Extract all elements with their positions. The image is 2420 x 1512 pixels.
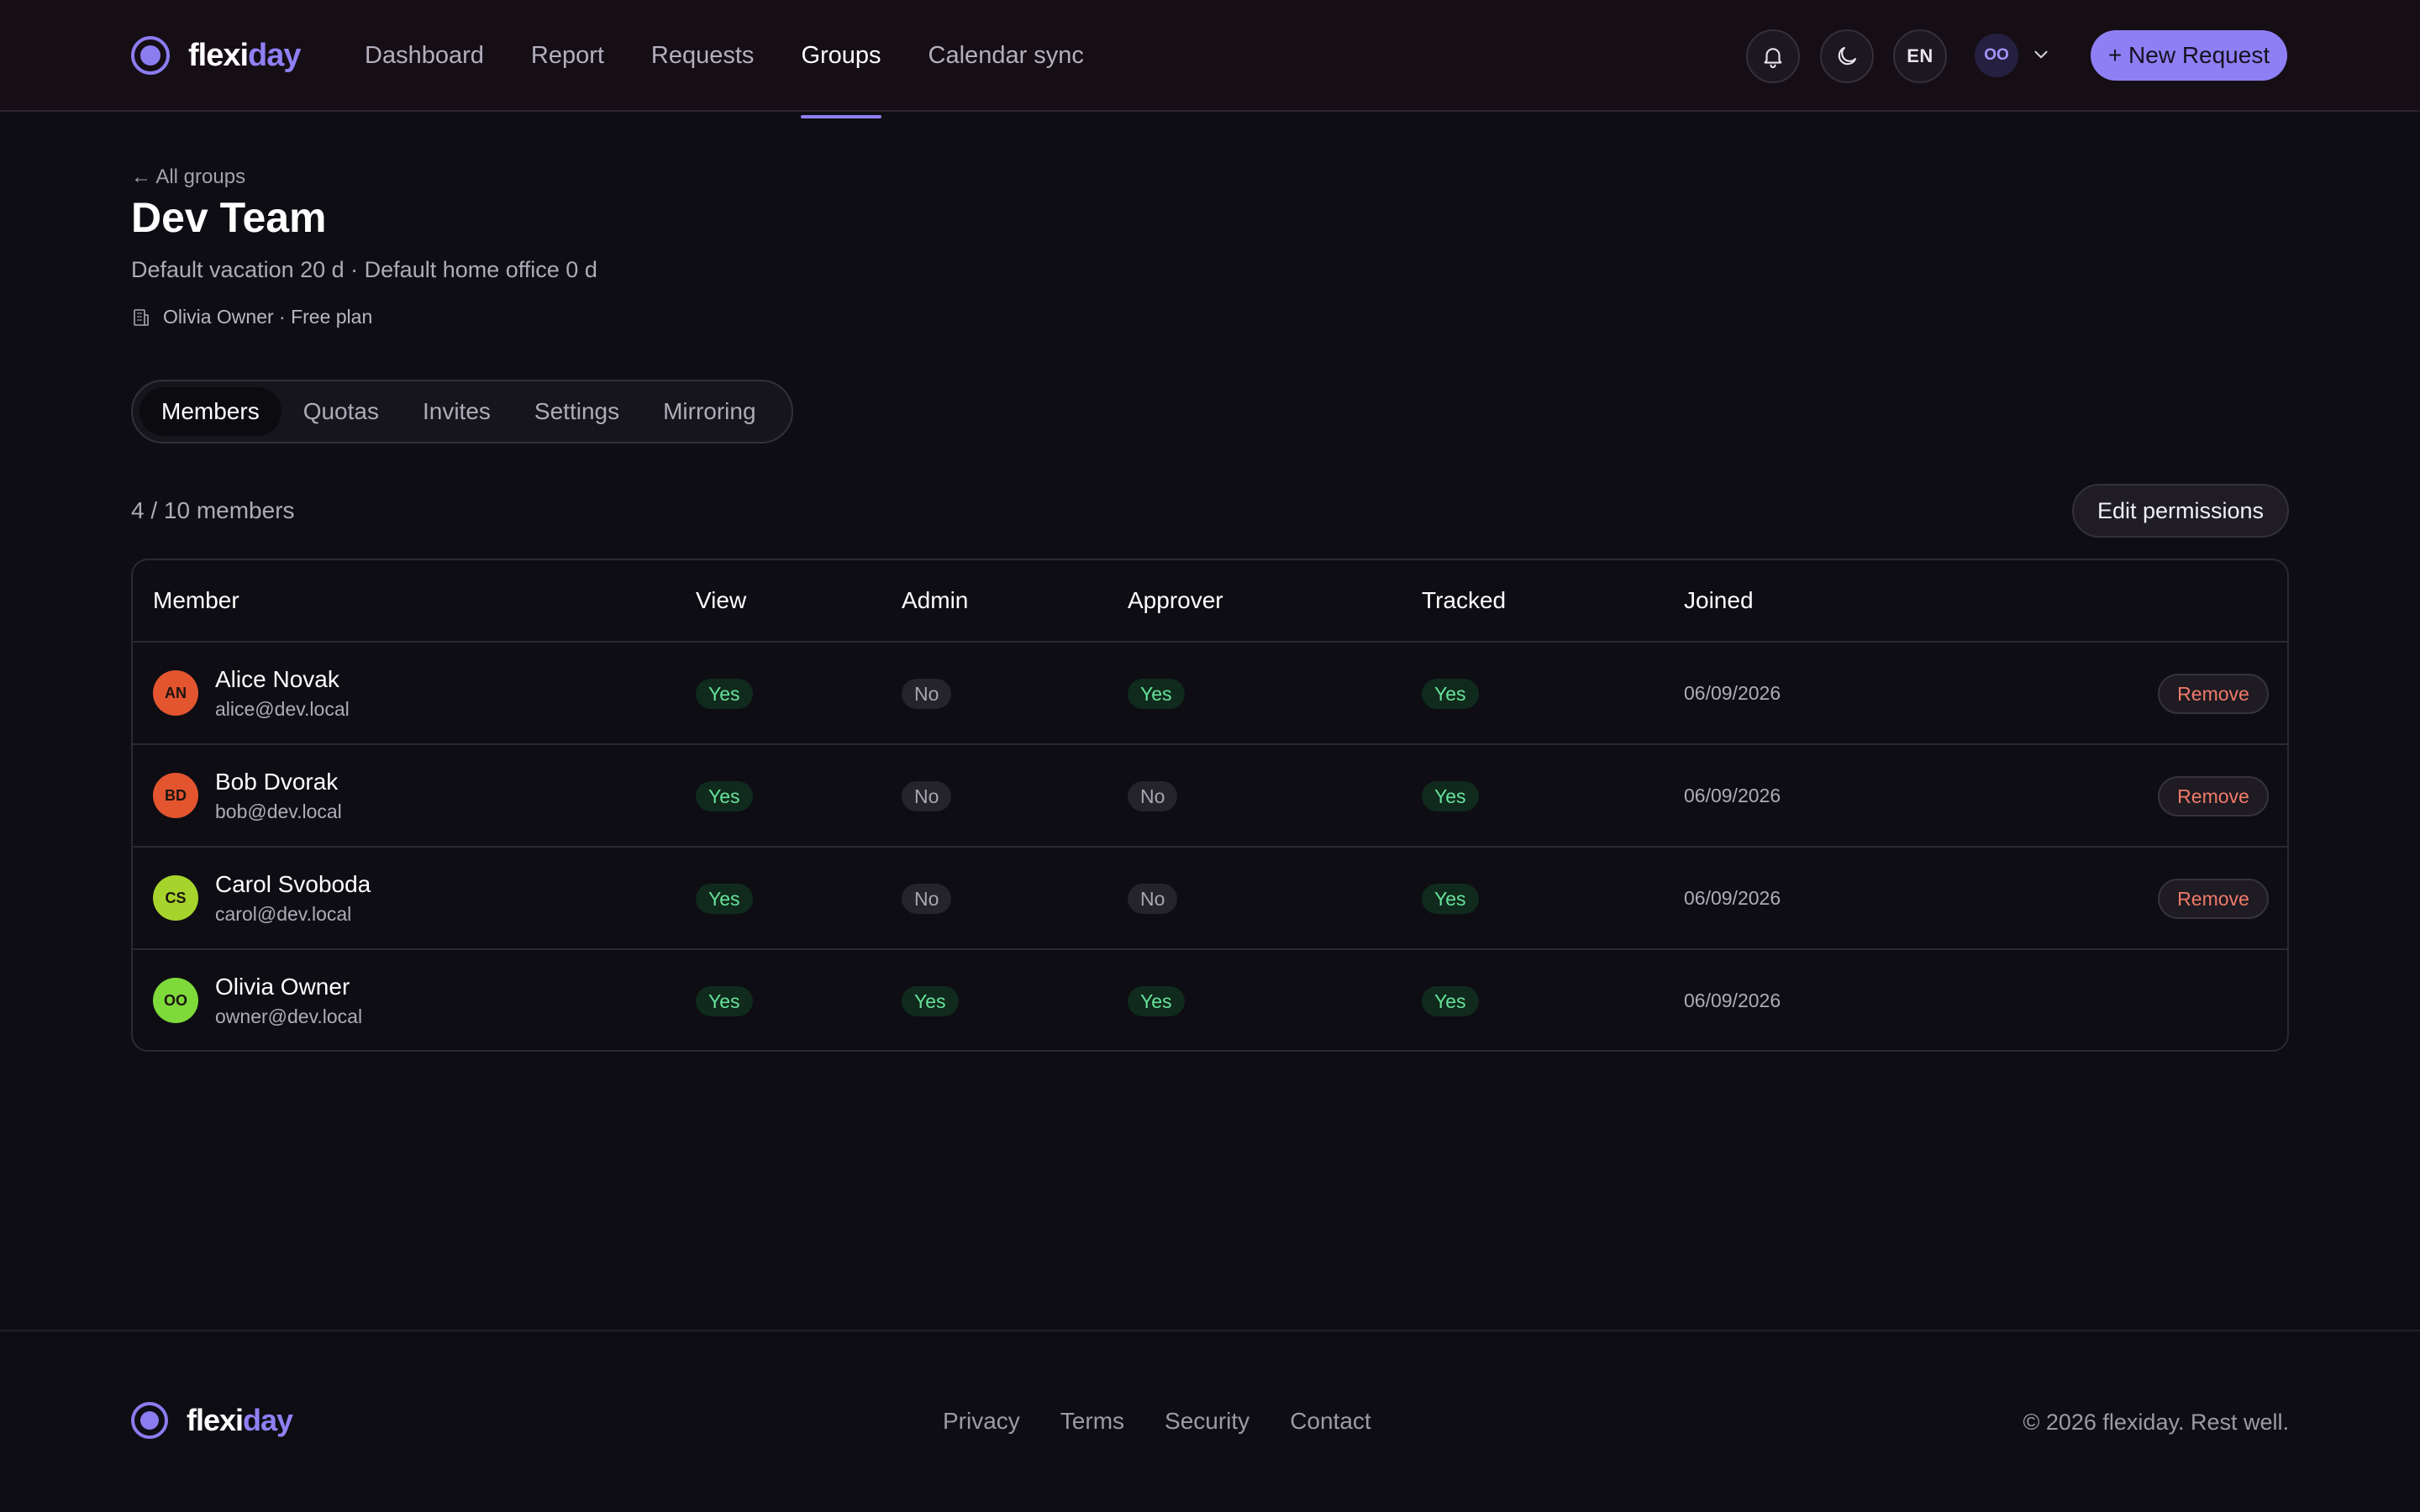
theme-toggle-button[interactable]	[1820, 29, 1874, 83]
nav-requests[interactable]: Requests	[651, 0, 755, 112]
remove-member-button[interactable]: Remove	[2158, 776, 2269, 816]
top-header: flexi day Dashboard Report Requests Group…	[0, 0, 2420, 118]
nav-report[interactable]: Report	[531, 0, 604, 112]
approver-status-badge: Yes	[1128, 986, 1185, 1016]
logo-mark-icon	[131, 36, 170, 75]
joined-date: 06/09/2026	[1684, 990, 1781, 1011]
admin-status-badge: No	[902, 679, 952, 709]
main-nav: Dashboard Report Requests Groups Calenda…	[365, 0, 1131, 118]
footer-logo[interactable]: flexi day	[131, 1402, 293, 1439]
joined-date: 06/09/2026	[1684, 785, 1781, 806]
tab-mirroring[interactable]: Mirroring	[641, 387, 777, 436]
language-button[interactable]: EN	[1893, 29, 1947, 83]
table-row: OO Olivia Owner owner@dev.local Yes Yes Yes Ye…	[133, 950, 2287, 1050]
back-to-groups-link[interactable]: ← All groups	[131, 165, 245, 189]
member-avatar: AN	[153, 670, 198, 716]
table-row: CS Carol Svoboda carol@dev.local Yes No No Yes…	[133, 848, 2287, 950]
joined-date: 06/09/2026	[1684, 887, 1781, 909]
footer-link-security[interactable]: Security	[1165, 1408, 1249, 1435]
member-avatar: BD	[153, 773, 198, 818]
building-icon	[134, 308, 149, 326]
nav-calendar-sync[interactable]: Calendar sync	[929, 0, 1084, 112]
group-defaults: Default vacation 20 d · Default home off…	[131, 257, 597, 282]
new-request-button[interactable]: + New Request	[2091, 30, 2287, 81]
member-avatar: OO	[153, 978, 198, 1023]
view-status-badge: Yes	[696, 679, 753, 709]
joined-date: 06/09/2026	[1684, 682, 1781, 704]
tracked-status-badge: Yes	[1422, 679, 1479, 709]
member-name: Olivia Owner	[215, 974, 350, 1000]
group-tabs: Members Quotas Invites Settings Mirrorin…	[131, 380, 793, 444]
bell-icon	[1764, 48, 1782, 69]
approver-status-badge: No	[1128, 781, 1178, 811]
owner-plan-text: Olivia Owner · Free plan	[163, 306, 373, 328]
tracked-status-badge: Yes	[1422, 986, 1479, 1016]
member-name: Carol Svoboda	[215, 871, 371, 897]
members-table: Member View Admin Approver Tracked Joine…	[131, 559, 2289, 1052]
nav-groups[interactable]: Groups	[801, 0, 881, 118]
column-header-view: View	[696, 587, 747, 613]
view-status-badge: Yes	[696, 781, 753, 811]
tab-invites[interactable]: Invites	[401, 387, 513, 436]
admin-status-badge: Yes	[902, 986, 959, 1016]
view-status-badge: Yes	[696, 986, 753, 1016]
column-header-approver: Approver	[1128, 587, 1223, 613]
admin-status-badge: No	[902, 884, 952, 914]
footer-link-terms[interactable]: Terms	[1060, 1408, 1124, 1435]
member-email: alice@dev.local	[215, 698, 350, 720]
table-header: Member View Admin Approver Tracked Joine…	[133, 560, 2287, 643]
view-status-badge: Yes	[696, 884, 753, 914]
table-row: BD Bob Dvorak bob@dev.local Yes No No Yes 06/09…	[133, 745, 2287, 848]
member-count: 4 / 10 members	[131, 497, 295, 523]
page-title: Dev Team	[131, 194, 327, 241]
member-name: Bob Dvorak	[215, 769, 339, 795]
member-email: owner@dev.local	[215, 1005, 363, 1027]
brand-name-part1: flexi	[187, 1403, 244, 1437]
tab-settings[interactable]: Settings	[513, 387, 641, 436]
footer-links: Privacy Terms Security Contact	[943, 1408, 1412, 1435]
user-avatar[interactable]: OO	[1975, 34, 2018, 77]
moon-icon	[1838, 46, 1857, 66]
tracked-status-badge: Yes	[1422, 884, 1479, 914]
nav-dashboard[interactable]: Dashboard	[365, 0, 484, 112]
brand-name-part2: day	[243, 1403, 293, 1437]
column-header-joined: Joined	[1684, 587, 1754, 613]
member-avatar: CS	[153, 875, 198, 921]
tab-quotas[interactable]: Quotas	[281, 387, 401, 436]
edit-permissions-button[interactable]: Edit permissions	[2072, 484, 2289, 538]
column-header-member: Member	[153, 587, 239, 613]
member-email: bob@dev.local	[215, 801, 342, 822]
tracked-status-badge: Yes	[1422, 781, 1479, 811]
logo-mark-icon	[131, 1402, 168, 1439]
admin-status-badge: No	[902, 781, 952, 811]
approver-status-badge: Yes	[1128, 679, 1185, 709]
table-body: AN Alice Novak alice@dev.local Yes No Yes Yes 0…	[133, 643, 2287, 1050]
tab-members[interactable]: Members	[139, 387, 281, 436]
page-footer: flexi day Privacy Terms Security Contact …	[0, 1330, 2420, 1512]
chevron-down-icon[interactable]	[2030, 44, 2052, 66]
member-name: Alice Novak	[215, 666, 339, 692]
approver-status-badge: No	[1128, 884, 1178, 914]
owner-info: Olivia Owner · Free plan	[131, 306, 372, 328]
notifications-button[interactable]	[1746, 29, 1800, 83]
brand-name-part2: day	[248, 37, 301, 73]
table-row: AN Alice Novak alice@dev.local Yes No Yes Yes 0…	[133, 643, 2287, 745]
remove-member-button[interactable]: Remove	[2158, 879, 2269, 919]
column-header-tracked: Tracked	[1422, 587, 1507, 613]
column-header-admin: Admin	[902, 587, 969, 613]
footer-link-privacy[interactable]: Privacy	[943, 1408, 1020, 1435]
copyright: © 2026 flexiday. Rest well.	[2023, 1410, 2289, 1435]
remove-member-button[interactable]: Remove	[2158, 674, 2269, 714]
brand-name-part1: flexi	[188, 37, 249, 73]
footer-link-contact[interactable]: Contact	[1290, 1408, 1371, 1435]
brand-logo[interactable]: flexi day	[131, 36, 302, 75]
member-email: carol@dev.local	[215, 903, 352, 925]
